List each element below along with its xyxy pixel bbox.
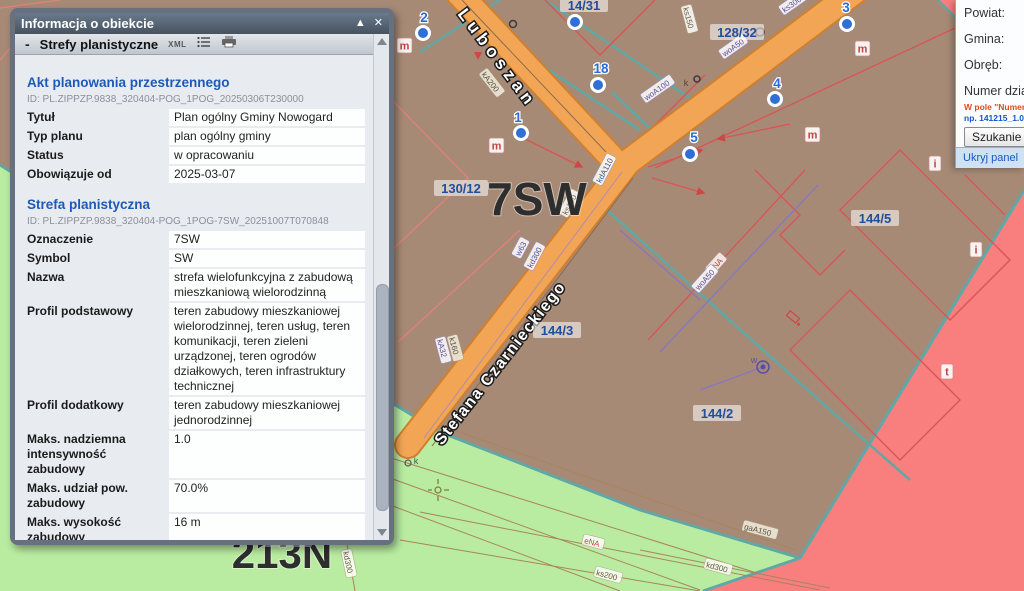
row-label: Typ planu [27,128,169,145]
list-icon[interactable] [197,35,211,53]
row-value: teren zabudowy mieszkaniowej wielorodzin… [169,303,365,395]
row-label: Profil podstawowy [27,303,169,395]
table-row: Profil podstawowyteren zabudowy mieszkan… [27,303,365,395]
search-panel-fields: Powiat: Gmina: Obręb: Numer działki: W p… [964,6,1024,147]
section-heading-strefa: Strefa planistyczna [27,197,365,212]
printer-icon[interactable] [221,35,237,53]
table-row: Maks. wysokość zabudowy16 m [27,514,365,540]
table-row: TytułPlan ogólny Gminy Nowogard [27,109,365,126]
svg-text:14/31: 14/31 [568,0,601,13]
scroll-down-icon[interactable] [377,529,387,536]
section-id-strefa: ID: PL.ZIPPZP.9838_320404-POG_1POG-7SW_2… [27,216,365,227]
svg-text:2: 2 [420,10,428,25]
svg-text:1: 1 [514,110,522,125]
svg-text:144/2: 144/2 [701,406,734,421]
svg-text:130/12: 130/12 [441,181,481,196]
svg-text:3: 3 [842,0,850,15]
row-label: Tytuł [27,109,169,126]
table-row: Statusw opracowaniu [27,147,365,164]
layer-title: Strefy planistyczne [40,37,159,52]
table-row: Profil dodatkowyteren zabudowy mieszkani… [27,397,365,429]
table-row: SymbolSW [27,250,365,267]
row-value: plan ogólny gminy [169,128,365,145]
svg-text:5: 5 [690,130,698,145]
table-row: Obowiązuje od2025-03-07 [27,166,365,183]
svg-text:4: 4 [773,76,781,91]
row-value: 70.0% [169,480,365,512]
scroll-up-icon[interactable] [377,38,387,45]
svg-text:m: m [492,141,502,153]
scrollbar-thumb[interactable] [376,284,389,511]
svg-text:m: m [808,130,818,142]
search-button[interactable]: Szukanie za [964,127,1024,147]
popup-titlebar[interactable]: Informacja o obiekcie ▲ ✕ [15,13,389,34]
layer-toolbar: - Strefy planistyczne XML [15,34,374,55]
hide-panel-link[interactable]: Ukryj panel [963,152,1018,164]
svg-text:i: i [974,245,977,257]
search-hint-red: W pole "Numer d [964,102,1024,112]
row-value: 7SW [169,231,365,248]
search-panel-footer: Ukryj panel Pol [956,147,1024,168]
row-value: strefa wielofunkcyjna z zabudową mieszka… [169,269,365,301]
svg-text:t: t [945,367,949,379]
section-id-akt: ID: PL.ZIPPZP.9838_320404-POG_1POG_20250… [27,94,365,105]
svg-text:k: k [684,78,689,88]
svg-text:18: 18 [593,61,609,76]
popup-body: - Strefy planistyczne XML Akt planowania… [15,34,389,540]
row-value: 2025-03-07 [169,166,365,183]
xml-icon[interactable]: XML [168,40,186,49]
row-value: Plan ogólny Gminy Nowogard [169,109,365,126]
table-row: Oznaczenie7SW [27,231,365,248]
svg-text:144/5: 144/5 [859,211,892,226]
minimize-icon[interactable]: ▲ [355,18,366,29]
svg-text:w: w [750,355,758,365]
popup-scrollbar[interactable] [373,34,389,540]
svg-text:i: i [933,159,936,171]
zone-label-7sw: 7SW [487,173,587,225]
row-value: 16 m [169,514,365,540]
collapse-button[interactable]: - [25,36,30,52]
row-label: Obowiązuje od [27,166,169,183]
row-label: Maks. nadziemna intensywność zabudowy [27,431,169,478]
table-row: Nazwastrefa wielofunkcyjna z zabudową mi… [27,269,365,301]
row-label: Oznaczenie [27,231,169,248]
row-label: Nazwa [27,269,169,301]
row-value: SW [169,250,365,267]
popup-title: Informacja o obiekcie [21,16,347,31]
row-label: Maks. udział pow. zabudowy [27,480,169,512]
app-screen: woA100 ks150 ks150 kd300 w63 kdA110 kd30… [0,0,1024,591]
row-label: Status [27,147,169,164]
marker-top [567,14,583,30]
popup-content: Akt planowania przestrzennego ID: PL.ZIP… [15,55,389,540]
row-value: 1.0 [169,431,365,478]
field-label-obreb: Obręb: [964,58,1024,72]
table-row: Typ planuplan ogólny gminy [27,128,365,145]
row-label: Symbol [27,250,169,267]
field-label-powiat: Powiat: [964,6,1024,20]
svg-text:128/32: 128/32 [717,25,757,40]
row-label: Profil dodatkowy [27,397,169,429]
close-icon[interactable]: ✕ [374,18,383,29]
info-popup: Informacja o obiekcie ▲ ✕ - Strefy plani… [10,8,394,545]
search-hint-example: np. 141215_1.00 [964,113,1024,123]
row-value: w opracowaniu [169,147,365,164]
svg-text:k: k [414,456,419,466]
svg-text:m: m [400,41,410,53]
section-heading-akt: Akt planowania przestrzennego [27,75,365,90]
field-label-gmina: Gmina: [964,32,1024,46]
table-row: Maks. udział pow. zabudowy70.0% [27,480,365,512]
svg-text:144/3: 144/3 [541,323,574,338]
search-panel: Powiat: Gmina: Obręb: Numer działki: W p… [955,0,1024,168]
row-value: teren zabudowy mieszkaniowej jednorodzin… [169,397,365,429]
row-label: Maks. wysokość zabudowy [27,514,169,540]
svg-text:m: m [858,44,868,56]
table-row: Maks. nadziemna intensywność zabudowy1.0 [27,431,365,478]
field-label-numer-dzialki: Numer działki: [964,84,1024,98]
